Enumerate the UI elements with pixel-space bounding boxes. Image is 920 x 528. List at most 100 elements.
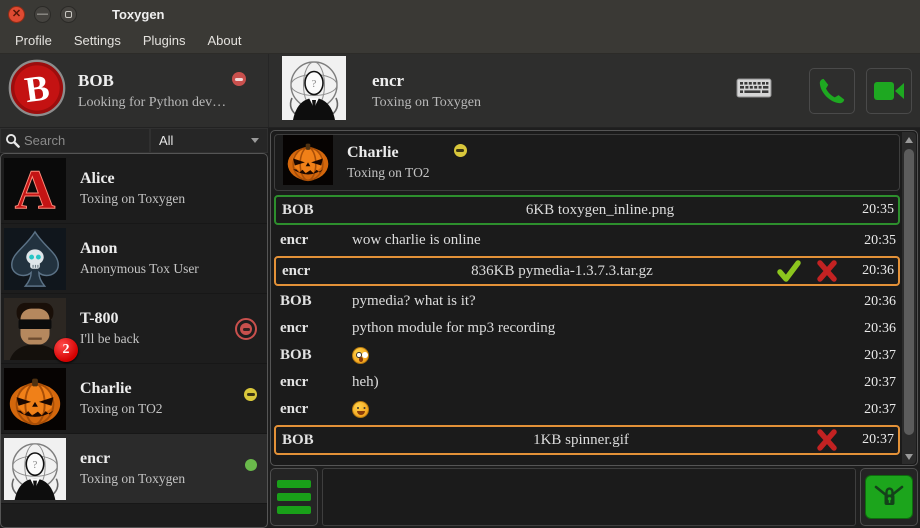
message-row: encr 20:37 — [274, 396, 900, 423]
titlebar: ✕ — Toxygen — [0, 0, 920, 28]
file-transfer-row: BOB1KB spinner.gif 20:37 — [274, 425, 900, 455]
accept-transfer-button[interactable] — [774, 259, 804, 283]
composer — [270, 468, 918, 526]
contact-name: encr — [80, 450, 185, 468]
message-time: 20:36 — [846, 263, 894, 279]
minimize-button[interactable]: — — [34, 6, 51, 23]
attachment-menu-button[interactable] — [270, 468, 318, 526]
scrollbar-thumb[interactable] — [904, 149, 914, 435]
message-time: 20:37 — [848, 402, 896, 418]
contact-row-anon[interactable]: AnonAnonymous Tox User — [1, 224, 267, 294]
message-sender: encr — [282, 263, 354, 280]
menu-profile[interactable]: Profile — [4, 29, 63, 52]
file-name-size: 1KB spinner.gif — [354, 432, 808, 449]
contact-avatar: 2 — [4, 298, 66, 360]
scrollbar-track[interactable] — [902, 147, 916, 449]
smile-smiley-icon — [352, 401, 369, 418]
card-status-message: Toxing on TO2 — [347, 165, 467, 181]
busy-status-icon[interactable] — [232, 72, 246, 91]
file-name-size: 6KB toxygen_inline.png — [354, 202, 846, 219]
video-camera-icon — [872, 77, 906, 105]
contact-name: Charlie — [80, 380, 163, 398]
contact-filter-dropdown[interactable]: All — [150, 128, 268, 153]
message-row: encrwow charlie is online20:35 — [274, 227, 900, 254]
menu-about[interactable]: About — [196, 29, 252, 52]
svg-text:?: ? — [312, 78, 317, 90]
audio-call-button[interactable] — [809, 68, 855, 114]
online-status-icon — [245, 459, 257, 471]
message-time: 20:37 — [846, 432, 894, 448]
file-name-size: 836KB pymedia-1.3.7.3.tar.gz — [354, 263, 770, 280]
scroll-up-arrow[interactable] — [902, 132, 916, 147]
message-sender: BOB — [282, 202, 354, 219]
message-text: python module for mp3 recording — [352, 320, 848, 337]
contact-row-encr[interactable]: ? encr Toxing on Toxygen — [1, 434, 267, 504]
chat-history: Charlie Toxing on TO2 BOB6KB toxygen_inl… — [270, 130, 918, 466]
contact-status-message: I'll be back — [80, 331, 139, 347]
contact-avatar: A — [4, 158, 66, 220]
search-icon — [5, 133, 20, 148]
peer-status-message: Toxing on Toxygen — [372, 95, 481, 111]
contact-avatar: ? — [4, 438, 66, 500]
message-text: pymedia? what is it? — [352, 293, 848, 310]
file-transfer-row: encr836KB pymedia-1.3.7.3.tar.gz 20:36 — [274, 256, 900, 286]
accept-icon — [775, 259, 803, 283]
encrypted-send-icon — [872, 483, 906, 511]
send-button-container — [860, 468, 918, 526]
contact-row-t-800[interactable]: 2T-800I'll be back — [1, 294, 267, 364]
message-input[interactable] — [322, 468, 856, 526]
chat-scrollbar[interactable] — [902, 132, 916, 464]
menubar: Profile Settings Plugins About — [0, 28, 920, 54]
message-text: wow charlie is online — [352, 232, 848, 249]
contact-avatar — [4, 368, 66, 430]
away-status-icon — [244, 388, 257, 401]
window-title: Toxygen — [112, 7, 165, 22]
self-name[interactable]: BOB — [78, 71, 226, 91]
menu-settings[interactable]: Settings — [63, 29, 132, 52]
close-button[interactable]: ✕ — [8, 6, 25, 23]
message-sender: BOB — [282, 432, 354, 449]
decline-icon — [814, 428, 840, 452]
decline-transfer-button[interactable] — [812, 428, 842, 452]
message-text — [352, 347, 848, 364]
message-row: encrheh)20:37 — [274, 369, 900, 396]
contact-status-message: Toxing on Toxygen — [80, 471, 185, 487]
message-sender: BOB — [280, 347, 352, 364]
chat-peer-block: ? encr Toxing on Toxygen — [268, 54, 920, 127]
svg-text:?: ? — [33, 460, 38, 471]
video-call-button[interactable] — [866, 68, 912, 114]
contact-row-charlie[interactable]: CharlieToxing on TO2 — [1, 364, 267, 434]
svg-text:A: A — [15, 159, 56, 220]
away-status-icon — [454, 144, 467, 157]
busy-unread-status-icon — [235, 318, 257, 340]
search-box — [0, 128, 150, 153]
message-row: BOB20:37 — [274, 342, 900, 369]
scroll-down-arrow[interactable] — [902, 449, 916, 464]
self-avatar[interactable]: B — [8, 59, 66, 122]
unread-count-badge: 2 — [54, 338, 78, 362]
message-time: 20:37 — [848, 375, 896, 391]
message-list: BOB6KB toxygen_inline.png20:35encrwow ch… — [274, 195, 900, 455]
header: B BOB Looking for Python dev… ? encr Tox… — [0, 54, 920, 128]
peer-avatar: ? — [282, 56, 346, 125]
message-row: BOBpymedia? what is it?20:36 — [274, 288, 900, 315]
send-button[interactable] — [865, 475, 913, 519]
message-sender: encr — [280, 320, 352, 337]
search-input[interactable] — [24, 133, 145, 148]
keyboard-icon[interactable] — [736, 76, 772, 105]
card-avatar — [283, 135, 333, 190]
chevron-down-icon — [251, 138, 259, 143]
message-sender: encr — [280, 401, 352, 418]
message-time: 20:36 — [848, 294, 896, 310]
file-transfer-row: BOB6KB toxygen_inline.png20:35 — [274, 195, 900, 225]
contact-notification-card: Charlie Toxing on TO2 — [274, 134, 900, 191]
contact-status-message: Toxing on Toxygen — [80, 191, 185, 207]
decline-transfer-button[interactable] — [812, 259, 842, 283]
message-row: encrpython module for mp3 recording20:36 — [274, 315, 900, 342]
filter-value: All — [159, 133, 173, 148]
contact-row-alice[interactable]: AAliceToxing on Toxygen — [1, 154, 267, 224]
shocked-smiley-icon — [352, 347, 369, 364]
menu-plugins[interactable]: Plugins — [132, 29, 197, 52]
maximize-button[interactable] — [60, 6, 77, 23]
self-status-message[interactable]: Looking for Python dev… — [78, 95, 226, 111]
